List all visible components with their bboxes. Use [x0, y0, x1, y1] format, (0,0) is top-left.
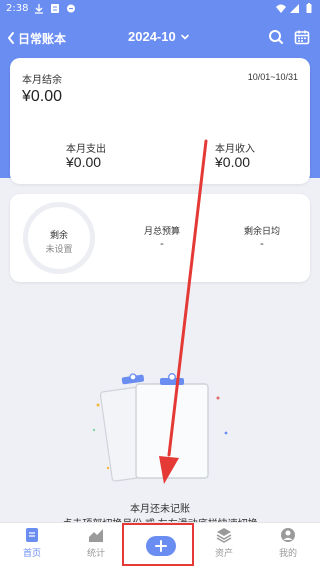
- monthly-budget-label: 月总预算: [143, 226, 180, 236]
- date-range: 10/01~10/31: [247, 72, 298, 82]
- tab-profile[interactable]: 我的: [256, 527, 320, 567]
- ring-status: 未设置: [45, 244, 73, 254]
- app-title: 日常账本: [18, 32, 67, 46]
- income-label: 本月收入: [215, 144, 255, 155]
- profile-icon: [281, 528, 295, 542]
- tab-profile-label: 我的: [278, 548, 297, 558]
- search-icon[interactable]: [268, 29, 284, 45]
- income-value: ¥0.00: [215, 154, 251, 170]
- expense-value: ¥0.00: [66, 154, 102, 170]
- ring-label: 剩余: [49, 230, 68, 240]
- balance-label: 本月结余: [22, 75, 62, 86]
- annotation-highlight-box: [122, 523, 194, 566]
- status-time: 2:38: [6, 3, 29, 14]
- wifi-icon: [276, 4, 286, 13]
- layers-icon: [216, 528, 232, 543]
- battery-icon: [306, 3, 312, 13]
- empty-notebook-illustration: [92, 373, 228, 482]
- empty-state-title: 本月还未记账: [130, 504, 190, 515]
- status-notification-icons: [34, 3, 76, 14]
- tab-statistics[interactable]: 统计: [64, 527, 128, 567]
- month-label: 2024-10: [128, 29, 176, 44]
- daily-remaining-label: 剩余日均: [243, 226, 280, 236]
- app-notification-icon: [51, 4, 59, 13]
- status-bar: 2:38: [0, 0, 320, 18]
- tab-home[interactable]: 首页: [0, 527, 64, 567]
- back-arrow-icon[interactable]: [6, 31, 18, 45]
- budget-card[interactable]: 剩余 未设置 月总预算 - 剩余日均 -: [10, 194, 310, 282]
- calendar-icon[interactable]: [294, 29, 310, 45]
- sync-icon: [67, 4, 75, 13]
- chevron-down-icon: [180, 34, 189, 40]
- signal-icon: [290, 4, 299, 13]
- tab-assets[interactable]: 资产: [192, 527, 256, 567]
- home-icon: [26, 528, 38, 542]
- balance-value: ¥0.00: [22, 88, 63, 105]
- daily-remaining-value: -: [260, 238, 264, 250]
- download-icon: [35, 4, 43, 14]
- chart-icon: [89, 529, 103, 542]
- tab-home-label: 首页: [22, 548, 41, 558]
- status-system-icons: [276, 3, 314, 14]
- budget-ring: 剩余 未设置: [23, 202, 95, 274]
- month-selector[interactable]: 2024-10: [128, 29, 190, 44]
- tab-statistics-label: 统计: [86, 548, 105, 558]
- monthly-summary-card: 本月结余 10/01~10/31 ¥0.00 本月支出 ¥0.00 本月收入 ¥…: [10, 58, 310, 184]
- tab-assets-label: 资产: [214, 548, 233, 558]
- monthly-budget-value: -: [160, 238, 164, 250]
- expense-label: 本月支出: [66, 144, 106, 155]
